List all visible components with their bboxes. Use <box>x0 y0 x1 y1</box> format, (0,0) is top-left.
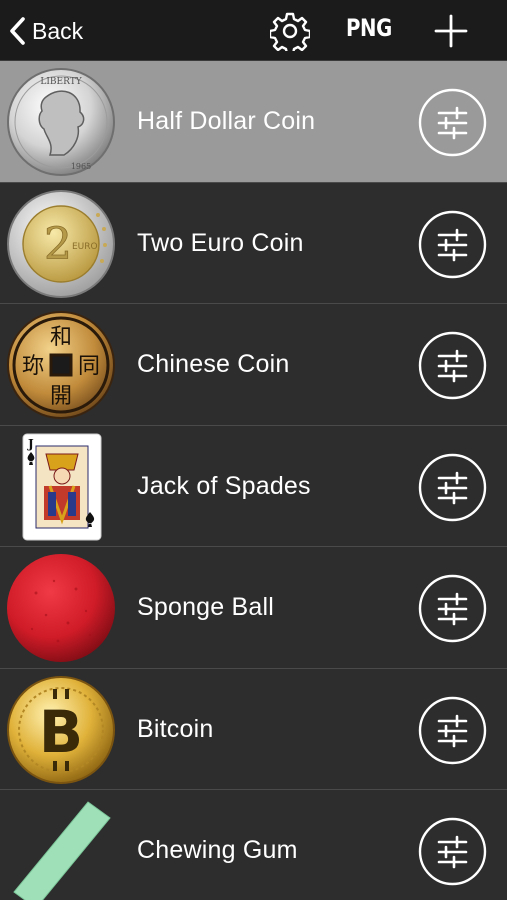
item-label: Jack of Spades <box>137 471 311 500</box>
list-item-jack-of-spades[interactable]: J Jack of Spades <box>0 425 507 547</box>
sponge-ball-image <box>6 553 116 663</box>
sliders-icon <box>418 210 487 283</box>
chinese-char-top: 和 <box>50 325 72 350</box>
item-label: Bitcoin <box>137 714 214 743</box>
adjust-button[interactable] <box>418 331 487 400</box>
chinese-char-right: 同 <box>78 354 100 379</box>
two-euro-coin-image: 2 EURO <box>6 189 116 299</box>
list-item-chinese-coin[interactable]: 和 同 開 珎 Chinese Coin <box>0 304 507 426</box>
sliders-icon <box>418 453 487 526</box>
adjust-button[interactable] <box>418 453 487 522</box>
jack-of-spades-card-image: J <box>6 432 116 542</box>
coin-year: 1965 <box>71 162 91 171</box>
top-nav-bar: Back PNG <box>0 0 507 61</box>
item-label: Two Euro Coin <box>137 228 304 257</box>
list-item-bitcoin[interactable]: B Bitcoin <box>0 668 507 790</box>
chinese-char-bottom: 開 <box>50 384 72 409</box>
gear-icon <box>268 12 312 56</box>
settings-button[interactable] <box>268 11 312 56</box>
chinese-coin-image: 和 同 開 珎 <box>6 310 116 420</box>
euro-value: 2 <box>44 219 72 270</box>
sliders-icon <box>418 331 487 404</box>
item-label: Chinese Coin <box>137 350 290 378</box>
half-dollar-coin-image: LIBERTY 1965 <box>6 67 116 177</box>
bitcoin-symbol: B <box>39 698 83 766</box>
adjust-button[interactable] <box>418 574 487 643</box>
back-label: Back <box>32 17 84 44</box>
sliders-icon <box>418 574 487 647</box>
adjust-button[interactable] <box>418 696 487 765</box>
item-label: Half Dollar Coin <box>137 107 316 135</box>
png-format-button[interactable]: PNG <box>346 14 392 42</box>
list-item-sponge-ball[interactable]: Sponge Ball <box>0 547 507 669</box>
chevron-left-icon <box>8 16 26 46</box>
adjust-button[interactable] <box>418 817 487 886</box>
back-button[interactable]: Back <box>8 12 83 50</box>
chewing-gum-image <box>6 796 116 900</box>
euro-word: EURO <box>72 242 98 252</box>
add-button[interactable] <box>434 14 468 48</box>
list-item-half-dollar-coin[interactable]: LIBERTY 1965 Half Dollar Coin <box>0 61 507 183</box>
sliders-icon <box>418 817 487 890</box>
item-label: Chewing Gum <box>137 836 298 864</box>
sliders-icon <box>418 696 487 769</box>
item-list: LIBERTY 1965 Half Dollar Coin 2 EURO Two… <box>0 61 507 900</box>
coin-inscription-top: LIBERTY <box>40 77 82 87</box>
list-item-chewing-gum[interactable]: Chewing Gum <box>0 790 507 900</box>
bitcoin-coin-image: B <box>6 675 116 785</box>
sliders-icon <box>418 88 487 161</box>
list-item-two-euro-coin[interactable]: 2 EURO Two Euro Coin <box>0 182 507 304</box>
adjust-button[interactable] <box>418 88 487 157</box>
adjust-button[interactable] <box>418 210 487 279</box>
card-rank: J <box>27 437 34 451</box>
plus-icon <box>434 14 468 52</box>
chinese-char-left: 珎 <box>22 354 44 379</box>
item-label: Sponge Ball <box>137 593 275 621</box>
